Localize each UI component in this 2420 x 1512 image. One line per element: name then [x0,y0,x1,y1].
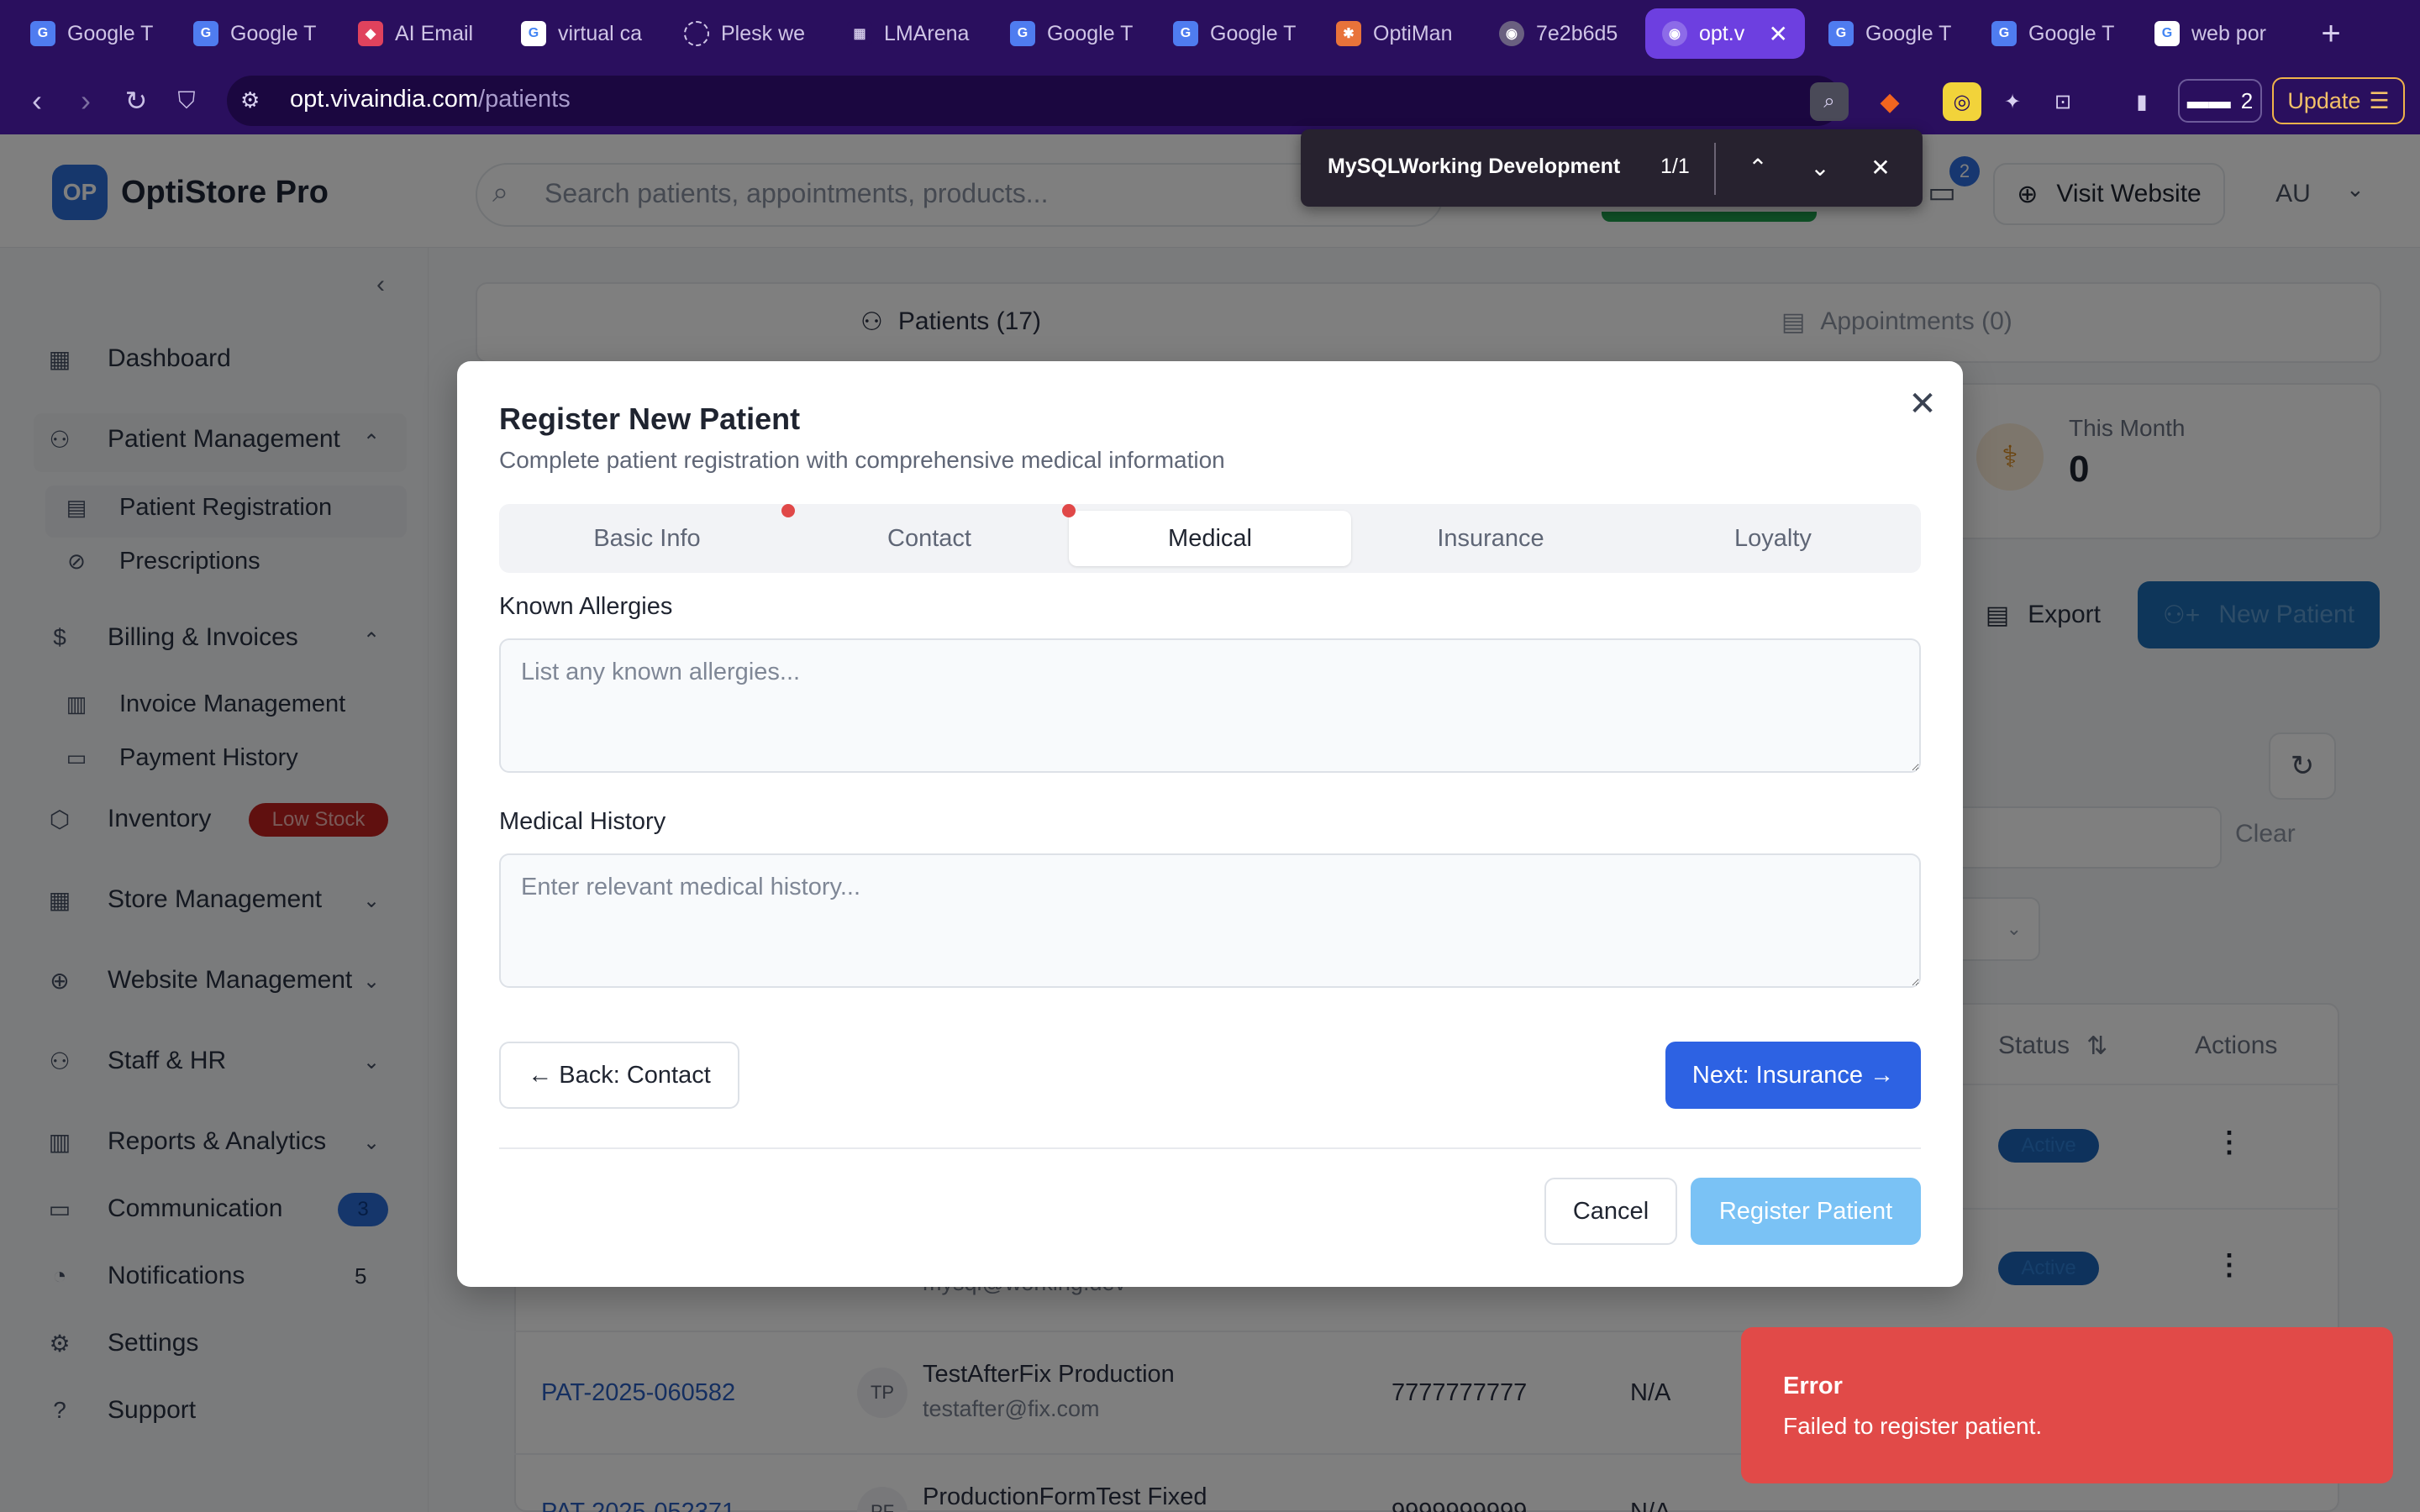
browser-tab-label: LMArena [884,21,970,45]
toast-title: Error [1783,1373,1843,1399]
modal-divider [499,1147,1921,1149]
browser-tab[interactable]: ▦ LMArena [830,8,986,59]
close-tab-icon[interactable]: ✕ [1769,20,1788,48]
google-translate-icon: G [193,21,218,46]
tab-medical[interactable]: Medical [1069,511,1351,566]
browser-tab[interactable]: Gweb por [2138,8,2297,59]
ai-email-icon: ◆ [358,21,383,46]
globe-icon: ◉ [1499,21,1524,46]
extension-icon[interactable]: ◎ [1943,82,1981,121]
modal-subtitle: Complete patient registration with compr… [499,447,1225,473]
browser-tab[interactable]: Plesk we [667,8,823,59]
browser-tab[interactable]: G Google T [176,8,333,59]
menu-icon: ☰ [2369,87,2390,113]
sidebar-toggle-icon[interactable]: ▮ [2123,82,2161,121]
find-in-page-icon[interactable]: ⌕ [1810,82,1849,121]
google-translate-icon: G [1010,21,1035,46]
forward-nav-icon[interactable]: › [66,81,106,121]
google-translate-icon: G [30,21,55,46]
register-patient-button[interactable]: Register Patient [1691,1178,1921,1245]
url-host: opt.vivaindia.com [290,86,479,113]
bookmark-icon[interactable]: ⛉ [166,81,207,121]
error-dot-basic-info [781,504,795,517]
next-insurance-button[interactable]: Next: Insurance → [1665,1042,1921,1109]
close-icon[interactable]: ✕ [1906,385,1939,423]
google-translate-icon: G [1173,21,1198,46]
new-tab-button[interactable]: + [2309,12,2353,55]
screenshot-icon[interactable]: ⊡ [2044,82,2082,121]
google-translate-icon: G [1828,21,1854,46]
find-next-icon[interactable]: ⌄ [1803,151,1837,185]
browser-tab-label: Plesk we [721,21,806,45]
tab-loyalty[interactable]: Loyalty [1632,511,1914,566]
allergies-field[interactable] [499,638,1921,773]
tab-contact[interactable]: Contact [788,511,1071,566]
browser-tab[interactable]: G Google T [993,8,1150,59]
browser-tab[interactable]: G Google T [13,8,170,59]
cancel-button[interactable]: Cancel [1544,1178,1677,1245]
medical-history-label: Medical History [499,808,666,835]
glasses-icon: ▬▬ [2186,87,2231,113]
browser-tab-label: OptiMan [1373,21,1453,45]
browser-tab[interactable]: G Google T [1975,8,2131,59]
lmarena-icon: ▦ [847,21,872,46]
find-close-icon[interactable]: ✕ [1864,151,1897,185]
wallet-count: 2 [2240,87,2254,113]
browser-tab-label: opt.v [1699,21,1745,45]
google-icon: G [2154,21,2180,46]
browser-tab[interactable]: ◉ 7e2b6d5 [1482,8,1639,59]
update-label: Update [2287,87,2361,113]
browser-tab-label: web por [2191,21,2266,45]
browser-tab-label: Google T [2028,21,2115,45]
browser-tab[interactable]: ✱ OptiMan [1319,8,1476,59]
browser-tab-label: Google T [230,21,317,45]
browser-tab-label: AI Email [395,21,474,45]
medical-history-field[interactable] [499,853,1921,988]
browser-tab-label: Google T [67,21,154,45]
site-settings-icon[interactable]: ⚙ [240,87,260,113]
globe-icon: ◉ [1662,21,1687,46]
find-previous-icon[interactable]: ⌃ [1741,151,1775,185]
browser-tab[interactable]: G Google T [1156,8,1313,59]
browser-tab[interactable]: ◆ AI Email [341,8,497,59]
loading-icon [684,21,709,46]
update-button[interactable]: Update ☰ [2272,77,2405,124]
optiman-icon: ✱ [1336,21,1361,46]
tab-insurance[interactable]: Insurance [1349,511,1632,566]
find-divider [1714,143,1716,195]
error-dot-contact [1062,504,1076,517]
allergies-label: Known Allergies [499,593,673,620]
tab-basic-info[interactable]: Basic Info [506,511,788,566]
url-path: /patients [478,86,571,113]
brave-shield-icon[interactable]: ◆ [1870,82,1909,121]
browser-tab-label: Google T [1047,21,1134,45]
url-text[interactable]: opt.vivaindia.com/patients [290,86,571,113]
google-icon: G [521,21,546,46]
browser-tab-label: Google T [1865,21,1952,45]
browser-tab-label: virtual ca [558,21,643,45]
error-toast[interactable] [1741,1327,2393,1483]
reload-icon[interactable]: ↻ [116,81,156,121]
puzzle-extensions-icon[interactable]: ✦ [1993,82,2032,121]
browser-tab[interactable]: Gvirtual ca [504,8,660,59]
back-nav-icon[interactable]: ‹ [17,81,57,121]
browser-tab[interactable]: G Google T [1812,8,1968,59]
browser-tab-label: 7e2b6d5 [1536,21,1618,45]
browser-tab[interactable]: ◉ opt.v ✕ [1645,8,1805,59]
find-query[interactable]: MySQLWorking Development [1328,155,1620,179]
modal-title: Register New Patient [499,402,801,436]
browser-tab-label: Google T [1210,21,1297,45]
google-translate-icon: G [1991,21,2017,46]
wallet-button[interactable]: ▬▬ 2 [2178,79,2262,123]
find-count: 1/1 [1660,155,1690,178]
toast-message: Failed to register patient. [1783,1413,2043,1439]
back-contact-button[interactable]: ← Back: Contact [499,1042,739,1109]
